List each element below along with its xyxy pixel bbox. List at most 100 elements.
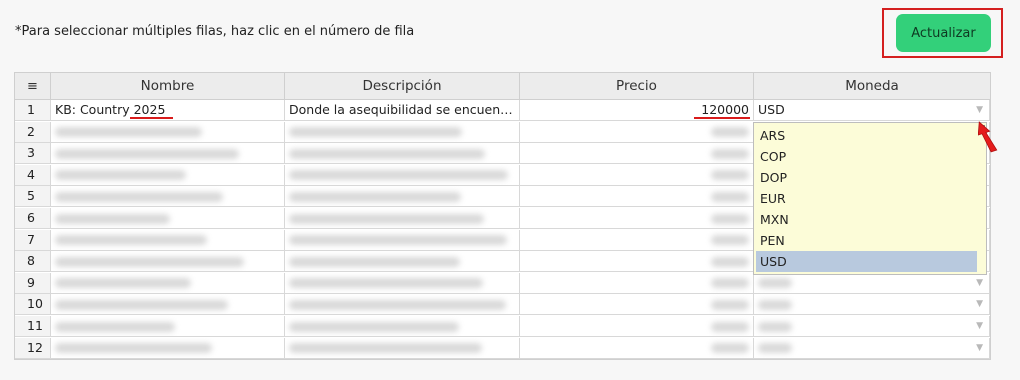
cell-precio[interactable] xyxy=(520,186,754,208)
row-number[interactable]: 10 xyxy=(15,294,51,316)
cell-descripcion[interactable] xyxy=(285,337,520,359)
redacted-text xyxy=(55,127,202,138)
redacted-text xyxy=(711,148,749,159)
currency-option[interactable]: USD xyxy=(756,251,977,272)
redacted-text xyxy=(289,235,507,246)
cell-moneda[interactable]: ▼ xyxy=(754,337,990,359)
cell-descripcion[interactable]: Donde la asequibilidad se encuen… xyxy=(285,100,520,121)
row-number[interactable]: 12 xyxy=(15,337,51,359)
underline-price xyxy=(694,117,750,119)
cell-nombre[interactable] xyxy=(51,186,285,208)
redacted-text xyxy=(289,148,485,159)
redacted-text xyxy=(289,127,462,138)
redacted-text xyxy=(55,235,207,246)
currency-option[interactable]: DOP xyxy=(756,167,977,188)
redacted-text xyxy=(289,321,459,332)
cell-moneda[interactable]: ▼ xyxy=(754,294,990,316)
cell-precio[interactable] xyxy=(520,251,754,273)
red-pointer-arrow-icon xyxy=(978,121,998,153)
redacted-text xyxy=(758,343,792,354)
currency-dropdown[interactable]: ARS COP DOP EUR MXN PEN USD xyxy=(753,122,987,275)
cell-nombre[interactable] xyxy=(51,272,285,294)
dropdown-arrow-icon[interactable]: ▼ xyxy=(976,294,983,314)
cell-precio[interactable] xyxy=(520,294,754,316)
table-row[interactable]: 10 ▼ xyxy=(15,294,990,316)
cell-descripcion[interactable] xyxy=(285,294,520,316)
cell-descripcion[interactable] xyxy=(285,121,520,143)
cell-nombre[interactable] xyxy=(51,251,285,273)
row-number[interactable]: 3 xyxy=(15,143,51,165)
update-button[interactable]: Actualizar xyxy=(896,14,991,52)
redacted-text xyxy=(711,191,749,202)
cell-nombre[interactable] xyxy=(51,337,285,359)
cell-descripcion[interactable] xyxy=(285,186,520,208)
row-number[interactable]: 2 xyxy=(15,121,51,143)
cell-moneda[interactable]: ▼ xyxy=(754,316,990,337)
row-number[interactable]: 5 xyxy=(15,186,51,208)
selection-hint: *Para seleccionar múltiples filas, haz c… xyxy=(15,24,415,39)
table-row[interactable]: 11 ▼ xyxy=(15,316,990,337)
row-number[interactable]: 4 xyxy=(15,164,51,186)
currency-option[interactable]: COP xyxy=(756,146,977,167)
cell-descripcion[interactable] xyxy=(285,316,520,337)
cell-descripcion[interactable] xyxy=(285,251,520,273)
row-number[interactable]: 1 xyxy=(15,100,51,121)
row-number[interactable]: 9 xyxy=(15,272,51,294)
cell-nombre[interactable] xyxy=(51,294,285,316)
cell-nombre[interactable] xyxy=(51,121,285,143)
redacted-text xyxy=(711,256,749,267)
table-row[interactable]: 12 ▼ xyxy=(15,337,990,359)
column-menu-header[interactable]: ≡ xyxy=(15,73,51,100)
cell-moneda[interactable]: ▼ xyxy=(754,272,990,294)
cell-precio[interactable] xyxy=(520,229,754,251)
column-header-precio[interactable]: Precio xyxy=(520,73,754,100)
currency-option[interactable]: EUR xyxy=(756,188,977,209)
cell-precio[interactable] xyxy=(520,316,754,337)
cell-precio[interactable] xyxy=(520,164,754,186)
dropdown-arrow-icon[interactable]: ▼ xyxy=(976,100,983,120)
cell-precio[interactable] xyxy=(520,208,754,229)
redacted-text xyxy=(711,278,749,289)
cell-precio[interactable] xyxy=(520,143,754,165)
row-number[interactable]: 11 xyxy=(15,316,51,337)
menu-icon[interactable]: ≡ xyxy=(27,79,38,94)
row-number[interactable]: 8 xyxy=(15,251,51,273)
cell-precio[interactable] xyxy=(520,121,754,143)
cell-descripcion[interactable] xyxy=(285,272,520,294)
cell-moneda[interactable]: USD ▼ xyxy=(754,100,990,121)
redacted-text xyxy=(711,127,749,138)
currency-option[interactable]: MXN xyxy=(756,209,977,230)
cell-precio[interactable] xyxy=(520,272,754,294)
currency-value: USD xyxy=(758,102,785,117)
redacted-text xyxy=(711,170,749,181)
column-header-descripcion[interactable]: Descripción xyxy=(285,73,520,100)
redacted-text xyxy=(55,299,228,310)
redacted-text xyxy=(55,321,175,332)
cell-nombre[interactable] xyxy=(51,229,285,251)
column-header-nombre[interactable]: Nombre xyxy=(51,73,285,100)
redacted-text xyxy=(55,170,186,181)
redacted-text xyxy=(289,213,484,224)
redacted-text xyxy=(711,343,749,354)
column-header-moneda[interactable]: Moneda xyxy=(754,73,990,100)
dropdown-arrow-icon[interactable]: ▼ xyxy=(976,316,983,336)
cell-nombre[interactable] xyxy=(51,208,285,229)
currency-option[interactable]: PEN xyxy=(756,230,977,251)
cell-nombre[interactable] xyxy=(51,316,285,337)
dropdown-arrow-icon[interactable]: ▼ xyxy=(976,273,983,293)
cell-descripcion[interactable] xyxy=(285,229,520,251)
redacted-text xyxy=(711,299,749,310)
dropdown-arrow-icon[interactable]: ▼ xyxy=(976,338,983,358)
currency-option[interactable]: ARS xyxy=(756,125,977,146)
table-row[interactable]: 9 ▼ xyxy=(15,272,990,294)
cell-descripcion[interactable] xyxy=(285,143,520,165)
cell-precio[interactable] xyxy=(520,337,754,359)
redacted-text xyxy=(289,278,483,289)
cell-nombre[interactable] xyxy=(51,143,285,165)
cell-nombre[interactable] xyxy=(51,164,285,186)
row-number[interactable]: 6 xyxy=(15,208,51,229)
row-number[interactable]: 7 xyxy=(15,229,51,251)
cell-descripcion[interactable] xyxy=(285,164,520,186)
cell-descripcion[interactable] xyxy=(285,208,520,229)
redacted-text xyxy=(55,191,223,202)
